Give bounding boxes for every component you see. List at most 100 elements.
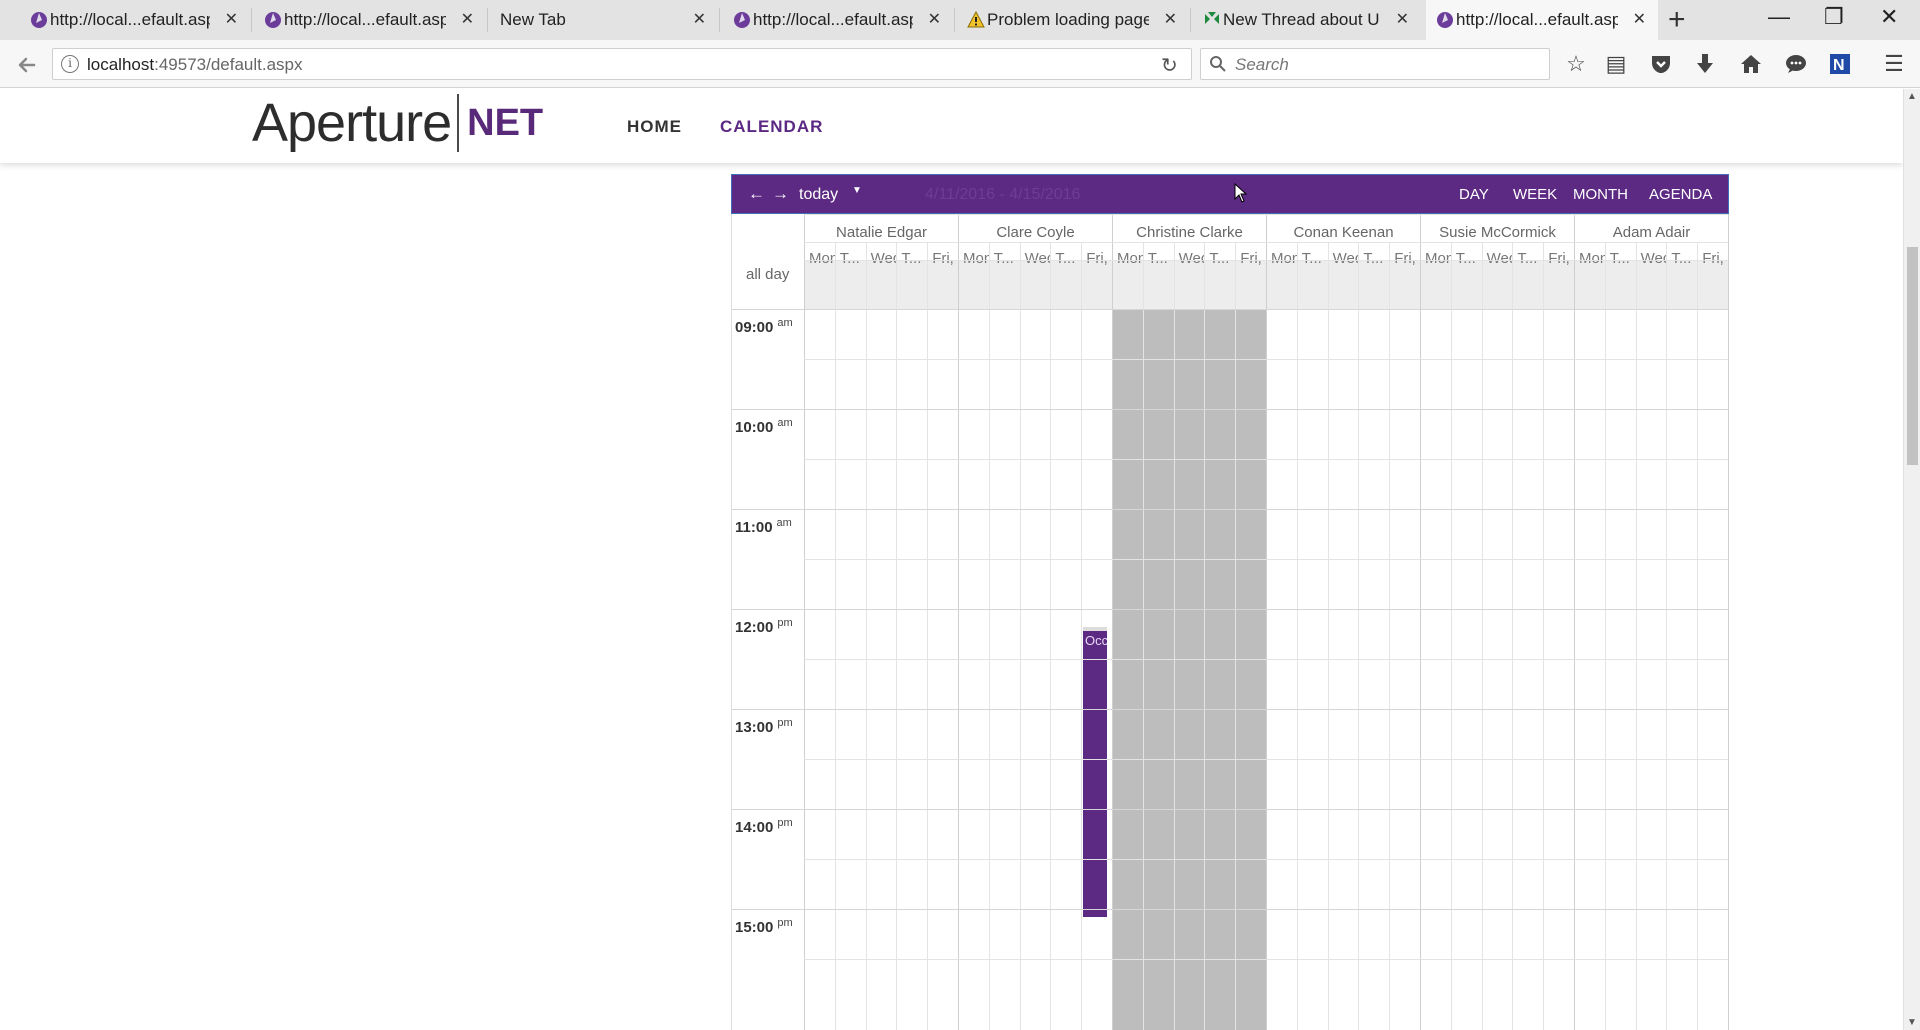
scroll-down-icon[interactable]: ▼ [1907, 1017, 1917, 1028]
search-bar[interactable]: Search [1200, 48, 1550, 80]
day-header: Mon [1271, 250, 1297, 267]
tab-close-icon[interactable]: ✕ [1164, 10, 1177, 30]
browser-tab[interactable]: http://local...efault.aspx ✕ [20, 0, 250, 40]
tab-close-icon[interactable]: ✕ [1633, 10, 1646, 30]
prev-arrow-icon[interactable]: ← [748, 184, 765, 204]
day-header: Mon [809, 250, 835, 267]
view-day-button[interactable]: DAY [1459, 186, 1489, 203]
grid-column-line [1296, 242, 1298, 1030]
tab-title: http://local...efault.aspx [50, 10, 210, 29]
half-hour-line [804, 359, 1728, 360]
day-header: T... [1363, 250, 1384, 267]
restore-icon[interactable]: ❐ [1824, 4, 1844, 30]
close-window-icon[interactable]: ✕ [1880, 4, 1898, 30]
tab-separator [719, 8, 720, 32]
scroll-up-icon[interactable]: ▲ [1907, 91, 1917, 102]
day-header: T... [1209, 250, 1230, 267]
tab-close-icon[interactable]: ✕ [693, 10, 706, 30]
nav-calendar-link[interactable]: CALENDAR [720, 117, 823, 137]
hour-line [732, 709, 1728, 710]
browser-tab[interactable]: New Tab ✕ [490, 0, 718, 40]
onenote-icon[interactable]: N [1826, 50, 1854, 78]
menu-icon[interactable]: ☰ [1880, 50, 1908, 78]
hour-line [732, 509, 1728, 510]
navigation-toolbar: i localhost:49573/default.aspx ↻ Search … [0, 40, 1920, 88]
hour-label: 09:00 am [735, 317, 793, 336]
grid-column-line [1235, 242, 1237, 1030]
browser-tab[interactable]: New Thread about UI ... ✕ [1193, 0, 1421, 40]
mouse-cursor-icon [1234, 183, 1248, 203]
tab-separator [1190, 8, 1191, 32]
tab-bar: http://local...efault.aspx ✕ http://local.… [0, 0, 1920, 40]
url-bar[interactable]: i localhost:49573/default.aspx ↻ [52, 48, 1192, 80]
hour-label: 13:00 pm [735, 717, 793, 736]
browser-tab[interactable]: Problem loading page ✕ [957, 0, 1189, 40]
day-header: T... [1147, 250, 1168, 267]
chat-icon[interactable] [1782, 50, 1810, 78]
home-icon[interactable] [1737, 50, 1765, 78]
day-header: T... [1517, 250, 1538, 267]
tab-close-icon[interactable]: ✕ [1396, 10, 1409, 30]
grid-row-line [732, 309, 1728, 310]
day-header: Wed [1486, 250, 1513, 267]
view-month-button[interactable]: MONTH [1573, 186, 1628, 203]
view-agenda-button[interactable]: AGENDA [1649, 186, 1712, 203]
tab-title: http://local...efault.aspx [284, 10, 446, 29]
scheduler-grid: all day Occ Natalie EdgarMonT...WedT...F… [731, 214, 1729, 1030]
url-text[interactable]: localhost:49573/default.aspx [87, 55, 303, 75]
nav-home-link[interactable]: HOME [627, 117, 682, 137]
day-header: T... [1055, 250, 1076, 267]
grid-column-line [1019, 242, 1021, 1030]
browser-tab[interactable]: http://local...efault.aspx ✕ [254, 0, 486, 40]
tab-title: New Tab [500, 10, 566, 29]
resource-header: Conan Keenan [1293, 224, 1394, 241]
logo[interactable]: Aperture NET [252, 93, 543, 153]
today-button[interactable]: today [799, 186, 838, 204]
unavailable-block [1112, 309, 1266, 1030]
tab-separator [954, 8, 955, 32]
grid-column-line [927, 242, 929, 1030]
back-arrow-icon[interactable] [14, 52, 40, 78]
grid-column-line [1635, 242, 1637, 1030]
url-path: :49573/default.aspx [154, 55, 303, 74]
reading-list-icon[interactable]: ▤ [1602, 50, 1630, 78]
tab-close-icon[interactable]: ✕ [461, 10, 474, 30]
day-header: Mon [1425, 250, 1451, 267]
browser-tab[interactable]: http://local...efault.aspx ✕ [723, 0, 953, 40]
view-week-button[interactable]: WEEK [1513, 186, 1557, 203]
bookmark-star-icon[interactable]: ☆ [1562, 50, 1590, 78]
reload-icon[interactable]: ↻ [1161, 53, 1178, 78]
half-hour-line [804, 959, 1728, 960]
grid-column-line [1173, 242, 1175, 1030]
url-host: localhost [87, 55, 155, 74]
day-header: Mon [1117, 250, 1143, 267]
day-header: Wed [1640, 250, 1667, 267]
scroll-thumb[interactable] [1907, 247, 1918, 465]
pocket-icon[interactable] [1647, 50, 1675, 78]
tab-close-icon[interactable]: ✕ [225, 10, 238, 30]
allday-label: all day [746, 266, 790, 283]
info-icon[interactable]: i [61, 55, 79, 73]
day-header: Wed [1332, 250, 1359, 267]
grid-column-line [1574, 214, 1575, 1030]
minimize-icon[interactable]: — [1768, 4, 1790, 30]
date-range[interactable]: 4/11/2016 - 4/15/2016 [925, 186, 1080, 204]
grid-row-line [804, 214, 1728, 215]
caret-down-icon[interactable]: ▼ [852, 185, 862, 196]
day-header: T... [839, 250, 860, 267]
page-scrollbar[interactable]: ▲ ▼ [1903, 89, 1920, 1030]
day-header: Mon [1579, 250, 1605, 267]
calendar-event[interactable]: Occ [1083, 627, 1107, 917]
new-tab-button[interactable]: + [1668, 4, 1686, 36]
day-header: T... [993, 250, 1014, 267]
svg-text:N: N [1833, 57, 1845, 74]
tab-close-icon[interactable]: ✕ [928, 10, 941, 30]
next-arrow-icon[interactable]: → [772, 184, 789, 204]
logo-divider [457, 94, 460, 152]
download-icon[interactable] [1691, 50, 1719, 78]
scheduler: ← → today ▼ 4/11/2016 - 4/15/2016 DAY WE… [731, 174, 1729, 1030]
browser-tab[interactable]: http://local...efault.aspx ✕ [1426, 0, 1658, 40]
hour-line [732, 909, 1728, 910]
day-header: Fri, [1702, 250, 1724, 267]
grid-column-line [1389, 242, 1391, 1030]
